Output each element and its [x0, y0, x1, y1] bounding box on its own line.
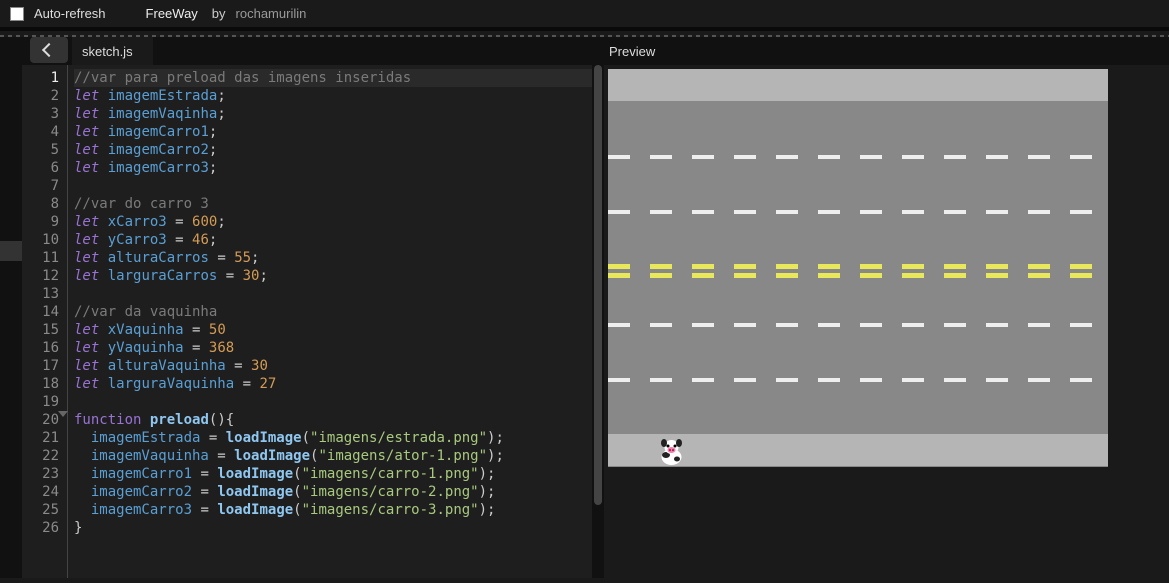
- back-button[interactable]: [30, 37, 68, 63]
- fold-marker[interactable]: [0, 241, 22, 261]
- left-gutter: [0, 65, 22, 578]
- preview-panel-title: Preview: [599, 37, 1169, 65]
- preview-panel: [604, 65, 1169, 578]
- main-area: 1234567891011121314151617181920212223242…: [0, 65, 1169, 578]
- scrollbar-vertical[interactable]: [592, 65, 604, 578]
- auto-refresh-label: Auto-refresh: [34, 6, 106, 21]
- tab-bar: sketch.js Preview: [0, 37, 1169, 65]
- lane-marking: [608, 378, 1108, 382]
- by-label: by: [212, 6, 226, 21]
- chevron-left-icon: [42, 43, 56, 57]
- line-numbers: 1234567891011121314151617181920212223242…: [22, 65, 68, 578]
- center-line: [608, 264, 1108, 269]
- preview-canvas[interactable]: [608, 69, 1108, 467]
- code-editor[interactable]: 1234567891011121314151617181920212223242…: [22, 65, 592, 578]
- sidewalk-top: [608, 69, 1108, 101]
- author-link[interactable]: rochamurilin: [236, 6, 307, 21]
- auto-refresh-checkbox[interactable]: [10, 7, 24, 21]
- fold-triangle-icon[interactable]: [58, 411, 68, 417]
- project-name[interactable]: FreeWay: [146, 6, 198, 21]
- back-region: [0, 37, 28, 65]
- lane-marking: [608, 323, 1108, 327]
- cow-sprite: [658, 437, 685, 467]
- top-bar: Auto-refresh FreeWay by rochamurilin: [0, 0, 1169, 31]
- tab-label: sketch.js: [82, 44, 133, 59]
- code-content[interactable]: //var para preload das imagens inseridas…: [68, 65, 592, 578]
- preview-label: Preview: [609, 44, 655, 59]
- tab-sketch[interactable]: sketch.js: [72, 37, 153, 65]
- center-line: [608, 273, 1108, 278]
- lane-marking: [608, 155, 1108, 159]
- scroll-thumb[interactable]: [594, 65, 602, 505]
- lane-marking: [608, 210, 1108, 214]
